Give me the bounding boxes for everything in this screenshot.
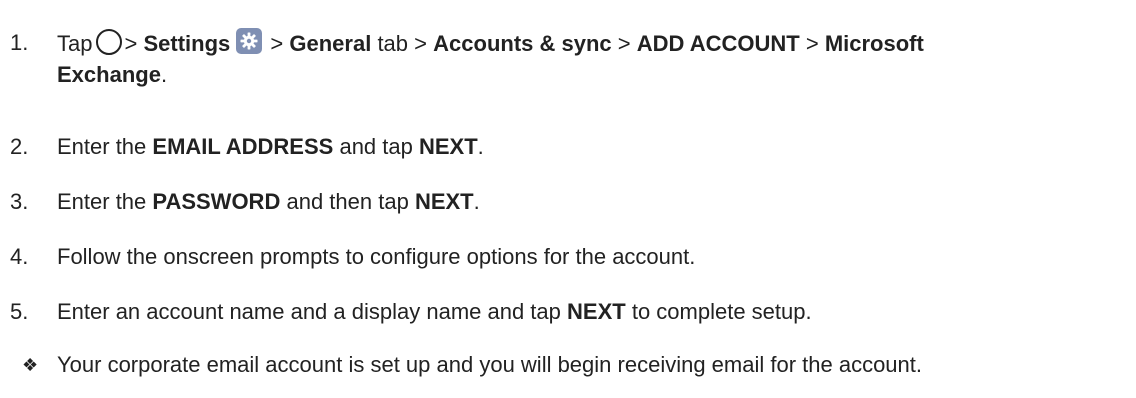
step-text: Enter the PASSWORD and then tap NEXT. xyxy=(57,187,1132,217)
step-text: Enter the EMAIL ADDRESS and tap NEXT. xyxy=(57,132,1132,162)
next-label: NEXT xyxy=(414,189,474,214)
separator: > xyxy=(617,31,631,56)
step-number: 5. xyxy=(10,299,29,324)
tab-word: tab xyxy=(377,31,409,56)
period: . xyxy=(477,134,484,159)
separator: > xyxy=(414,31,428,56)
next-label: NEXT xyxy=(418,134,478,159)
settings-label: Settings xyxy=(143,31,231,56)
separator: > xyxy=(805,31,819,56)
step-text-part: and tap xyxy=(339,134,413,159)
separator: > xyxy=(270,31,284,56)
add-account-label: ADD ACCOUNT xyxy=(636,31,800,56)
step-number: 1. xyxy=(10,30,29,55)
accounts-sync-label: Accounts & sync xyxy=(433,31,612,56)
step-text: Enter an account name and a display name… xyxy=(57,297,1132,327)
period: . xyxy=(160,62,168,87)
diamond-bullet-icon: ❖ xyxy=(22,355,39,375)
email-address-label: EMAIL ADDRESS xyxy=(152,134,334,159)
step-text-part: and then tap xyxy=(286,189,409,214)
next-label: NEXT xyxy=(567,299,626,324)
step-text-part: to complete setup. xyxy=(631,299,812,324)
result-text: Your corporate email account is set up a… xyxy=(57,352,923,377)
step-text: Follow the onscreen prompts to configure… xyxy=(57,244,696,269)
step-text-part: Enter the xyxy=(57,189,147,214)
step-number: 4. xyxy=(10,244,29,269)
step-text-part: Enter an account name and a display name… xyxy=(57,299,561,324)
general-label: General xyxy=(289,31,372,56)
exchange-label: Exchange xyxy=(57,62,161,87)
separator: > xyxy=(124,31,138,56)
microsoft-label: Microsoft xyxy=(824,31,924,56)
step-number: 3. xyxy=(10,189,29,214)
tap-word: Tap xyxy=(57,31,93,56)
password-label: PASSWORD xyxy=(152,189,281,214)
step-text-part: Enter the xyxy=(57,134,147,159)
settings-gear-icon xyxy=(236,28,263,54)
home-circle-icon xyxy=(96,29,123,55)
period: . xyxy=(473,189,480,214)
step-text: Tap > Settings > General tab > Accounts &… xyxy=(57,28,1132,59)
step-number: 2. xyxy=(10,134,29,159)
